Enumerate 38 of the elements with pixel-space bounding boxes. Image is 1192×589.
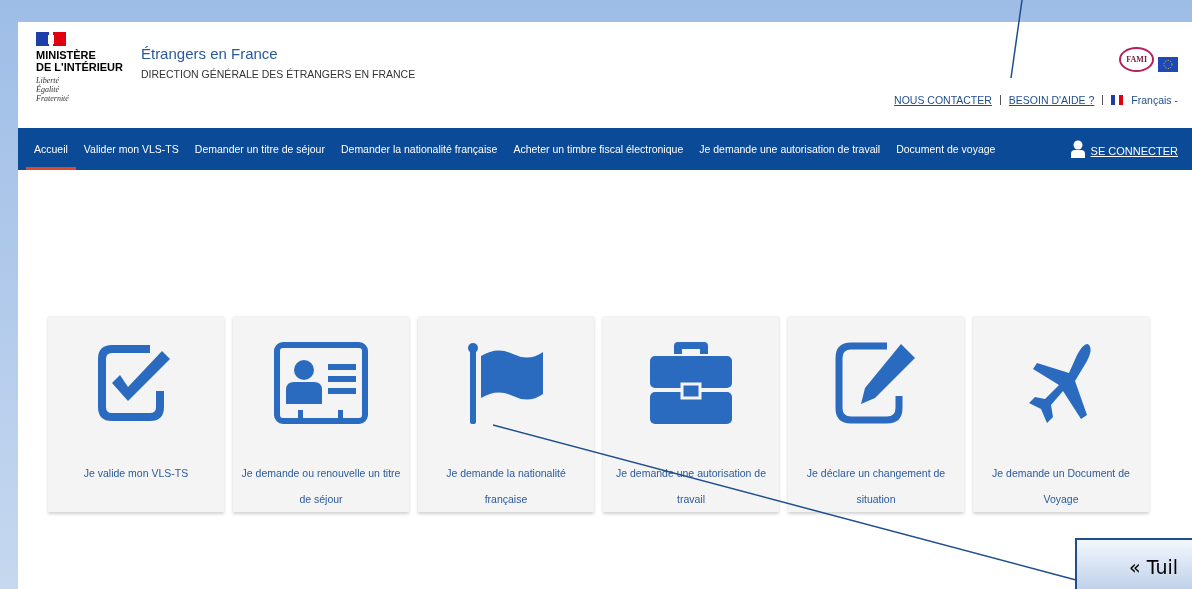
header-link[interactable]: BESOIN D'AIDE ? bbox=[1008, 94, 1095, 106]
language-selector[interactable]: Français - bbox=[1131, 94, 1178, 106]
flag-icon bbox=[467, 342, 545, 424]
nav-tab[interactable]: Demander la nationalité française bbox=[332, 128, 506, 170]
nav-tab[interactable]: Document de voyage bbox=[888, 128, 1004, 170]
nav-tab[interactable]: Acheter un timbre fiscal électronique bbox=[505, 128, 692, 170]
service-tile[interactable]: Je valide mon VLS-TS bbox=[48, 316, 224, 512]
briefcase-icon bbox=[650, 342, 732, 424]
service-tile[interactable]: Je demande ou renouvelle un titre de séjour bbox=[233, 316, 409, 512]
motto-text: Liberté Égalité Fraternité bbox=[36, 76, 69, 103]
user-icon bbox=[1070, 140, 1085, 158]
service-tile[interactable]: Je demande la nationalité française bbox=[418, 316, 594, 512]
service-tile[interactable]: Je déclare un changement de situation bbox=[788, 316, 964, 512]
tile-label: Je déclare un changement de situation bbox=[805, 466, 947, 507]
tile-label: Je demande ou renouvelle un titre de séjour bbox=[240, 466, 402, 507]
callout-box: « Tuil bbox=[1075, 538, 1192, 589]
tile-label: Je valide mon VLS-TS bbox=[82, 466, 190, 481]
header-link[interactable]: NOUS CONTACTER bbox=[894, 94, 992, 106]
service-tile[interactable]: Je demande une autorisation de travail bbox=[603, 316, 779, 512]
nav-tab[interactable]: Je demande une autorisation de travail bbox=[691, 128, 889, 170]
site-subtitle: DIRECTION GÉNÉRALE DES ÉTRANGERS EN FRANCE bbox=[140, 68, 416, 80]
tile-label: Je demande une autorisation de travail bbox=[615, 466, 767, 507]
eu-flag-icon bbox=[1158, 57, 1178, 72]
nav-tab[interactable]: Valider mon VLS-TS bbox=[75, 128, 187, 170]
partner-logo: FAMI bbox=[1119, 47, 1154, 72]
flag-icon bbox=[1111, 95, 1124, 105]
service-tile[interactable]: Je demande un Document de Voyage bbox=[973, 316, 1149, 512]
site-title: Étrangers en France bbox=[140, 45, 279, 62]
login-link[interactable]: SE CONNECTER bbox=[1090, 145, 1178, 157]
ministry-name: MINISTÈRE DE L'INTÉRIEUR bbox=[36, 49, 123, 73]
nav-tab[interactable]: Demander un titre de séjour bbox=[186, 128, 333, 170]
flag-icon bbox=[36, 32, 66, 46]
id-card-icon bbox=[274, 342, 368, 424]
tile-label: Je demande la nationalité française bbox=[445, 466, 567, 507]
airplane-icon bbox=[1029, 343, 1093, 423]
nav-tab[interactable]: Accueil bbox=[26, 128, 76, 170]
tile-label: Je demande un Document de Voyage bbox=[991, 466, 1131, 507]
edit-icon bbox=[835, 342, 917, 424]
